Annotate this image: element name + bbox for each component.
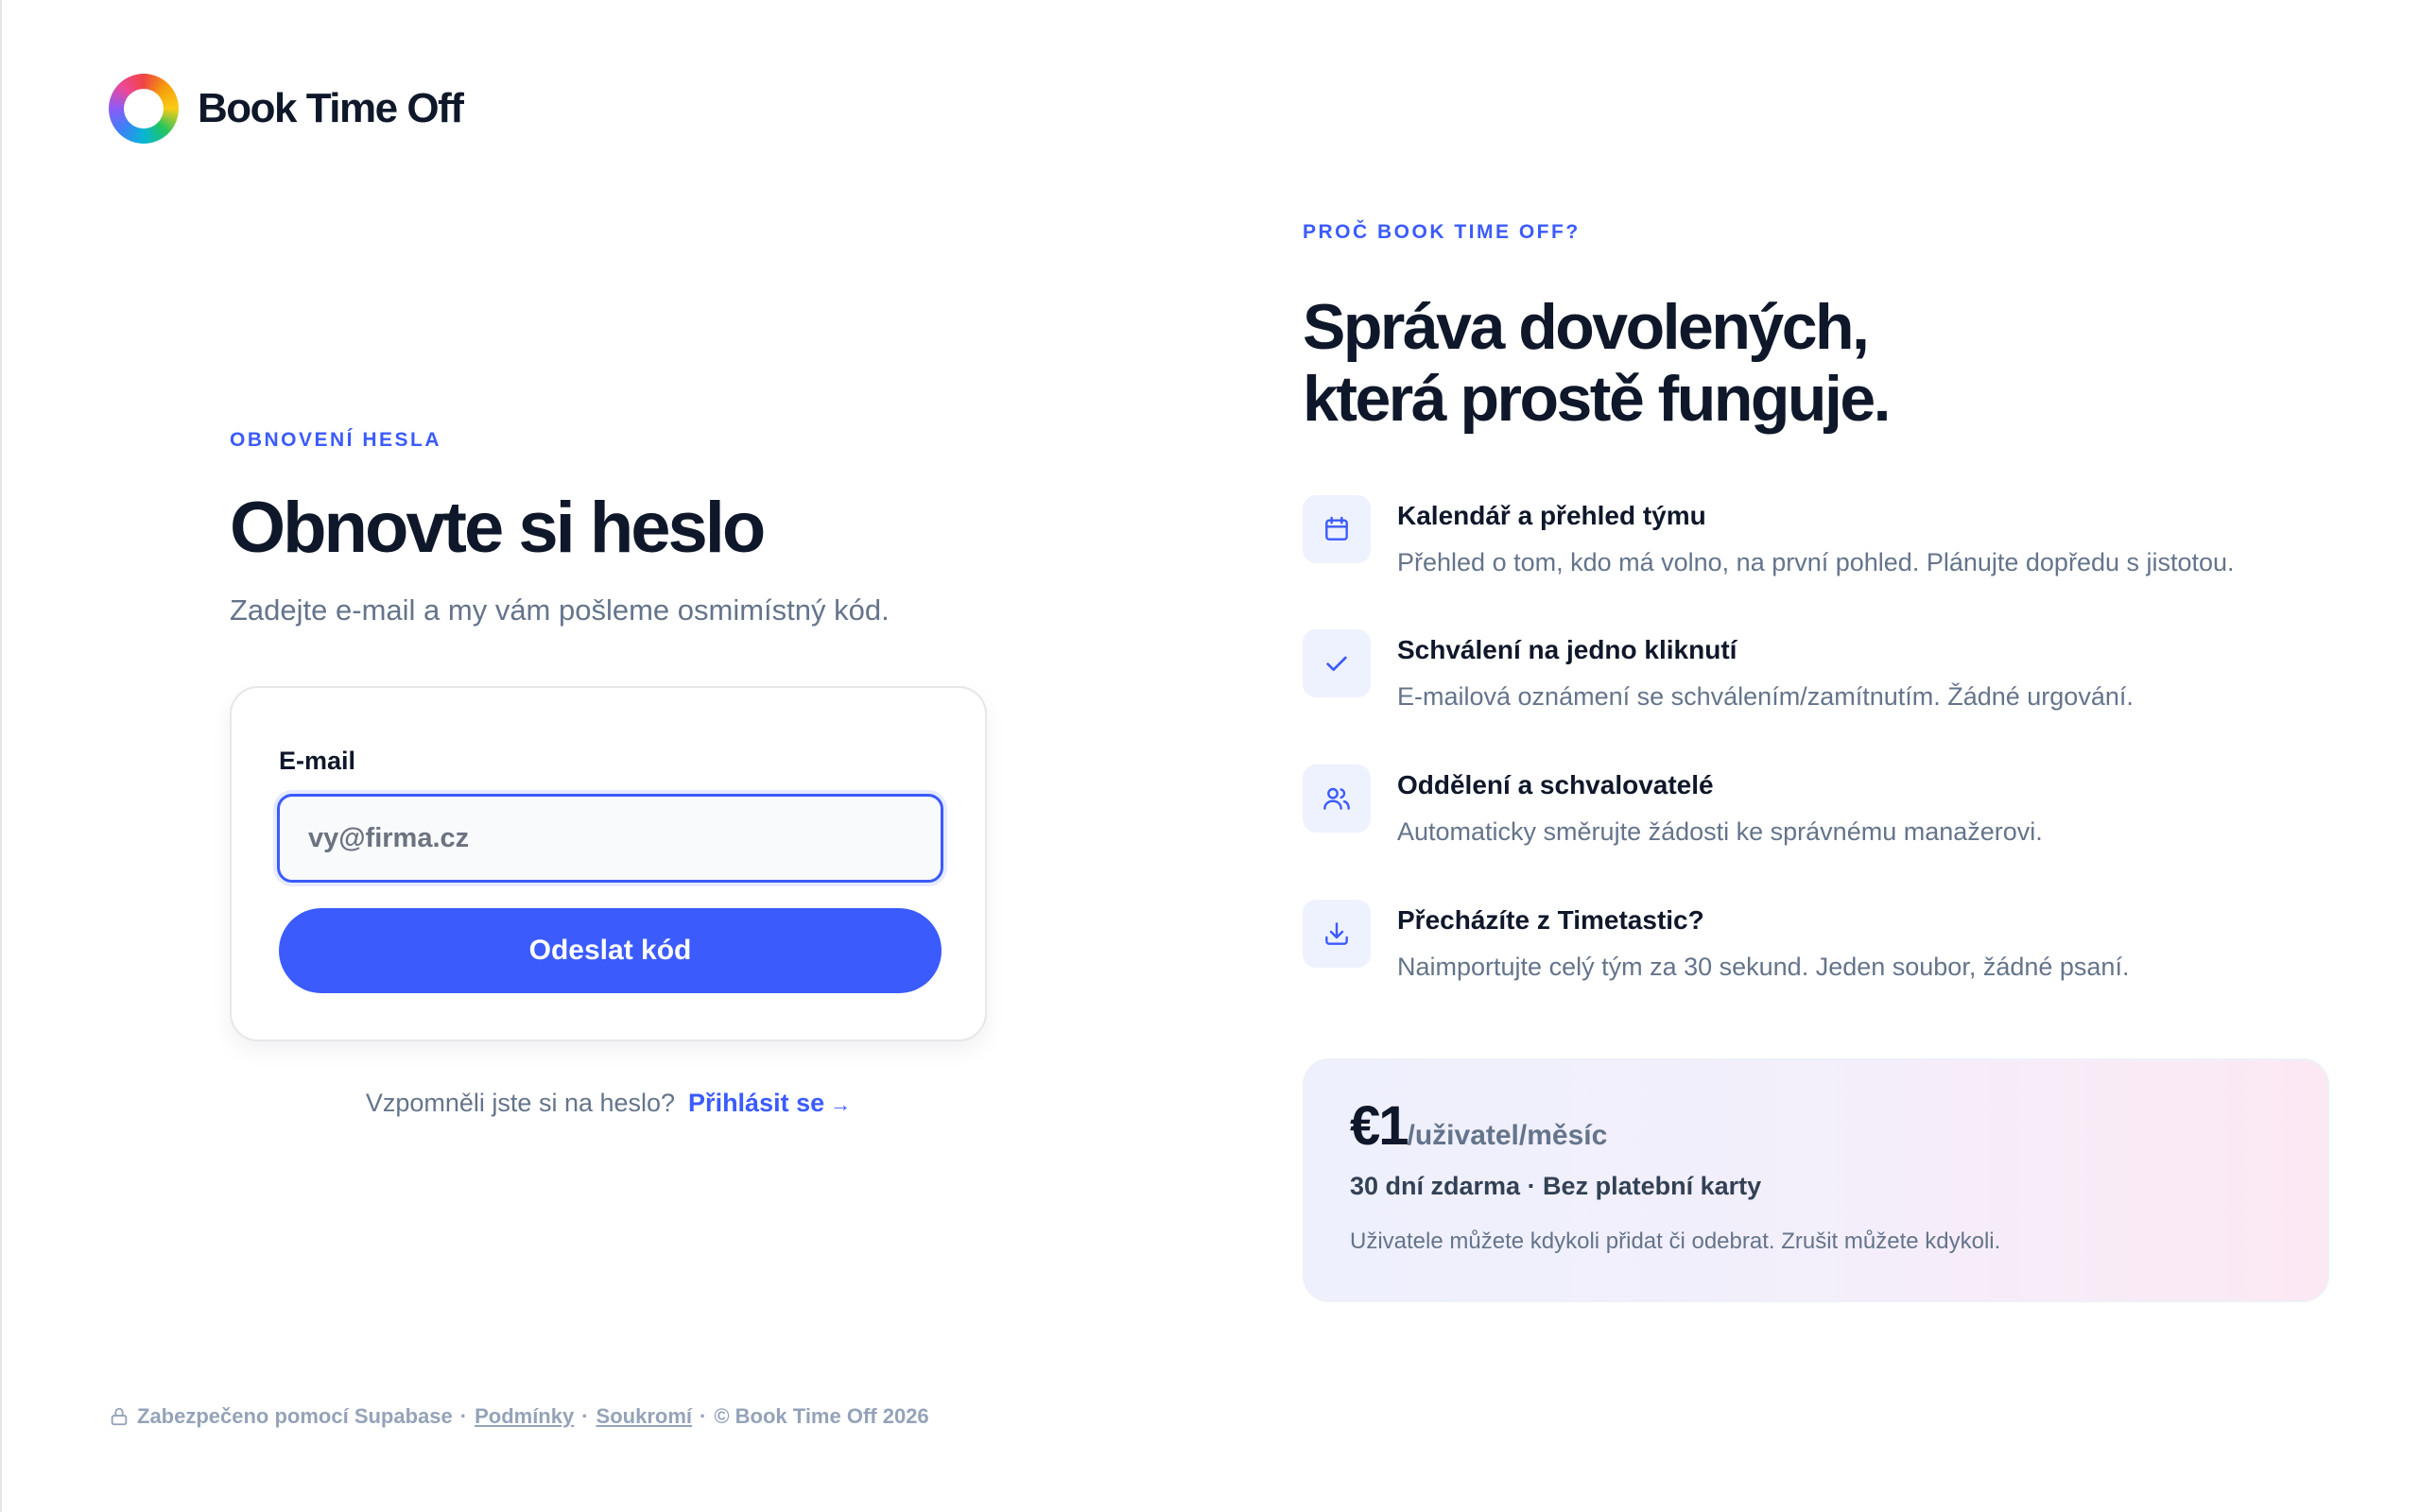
feature-item: Kalendář a přehled týmu Přehled o tom, k… xyxy=(1303,495,2329,577)
feature-title: Oddělení a schvalovatelé xyxy=(1397,770,1714,799)
feature-desc: E-mailová oznámení se schválením/zamítnu… xyxy=(1397,682,2134,711)
terms-link[interactable]: Podmínky xyxy=(475,1404,574,1429)
calendar-icon xyxy=(1303,495,1371,563)
send-code-button[interactable]: Odeslat kód xyxy=(279,908,942,993)
pricing-note: Uživatele můžete kdykoli přidat či odebr… xyxy=(1350,1228,2001,1254)
remember-text: Vzpomněli jste si na heslo? xyxy=(365,1089,676,1117)
footer-copyright: © Book Time Off 2026 xyxy=(714,1404,929,1428)
feature-desc: Naimportujte celý tým za 30 sekund. Jede… xyxy=(1397,953,2130,981)
feature-title: Přecházíte z Timetastic? xyxy=(1397,905,1704,935)
why-eyebrow: PROČ BOOK TIME OFF? xyxy=(1303,221,1581,243)
privacy-link[interactable]: Soukromí xyxy=(596,1404,692,1429)
lock-icon xyxy=(111,1407,128,1426)
price-line: €1/uživatel/měsíc xyxy=(1350,1094,1607,1158)
login-link-label: Přihlásit se xyxy=(688,1089,825,1117)
why-headline-line2: která prostě funguje. xyxy=(1303,363,1892,435)
login-link[interactable]: Přihlásit se → xyxy=(688,1089,851,1117)
price-amount: €1 xyxy=(1350,1095,1409,1157)
feature-desc: Přehled o tom, kdo má volno, na první po… xyxy=(1397,548,2235,576)
brand-logo[interactable]: Book Time Off xyxy=(109,74,464,144)
users-icon xyxy=(1303,765,1371,833)
footer-secured: Zabezpečeno pomocí Supabase xyxy=(137,1404,453,1428)
login-prompt: Vzpomněli jste si na heslo? Přihlásit se → xyxy=(230,1089,987,1118)
feature-item: Přecházíte z Timetastic? Naimportujte ce… xyxy=(1303,900,2329,982)
feature-title: Schválení na jedno kliknutí xyxy=(1397,635,1737,664)
feature-desc: Automaticky směrujte žádosti ke správném… xyxy=(1397,817,2043,846)
footer-separator: · xyxy=(581,1404,589,1428)
feature-item: Schválení na jedno kliknutí E-mailová oz… xyxy=(1303,629,2329,712)
page-subtitle: Zadejte e-mail a my vám pošleme osmimíst… xyxy=(230,593,890,627)
page: Book Time Off OBNOVENÍ HESLA Obnovte si … xyxy=(0,0,2420,1512)
check-icon xyxy=(1303,629,1371,697)
reset-form-card: E-mail Odeslat kód xyxy=(230,686,987,1041)
email-field[interactable] xyxy=(277,794,943,883)
feature-item: Oddělení a schvalovatelé Automaticky smě… xyxy=(1303,765,2329,847)
arrow-right-icon: → xyxy=(830,1092,852,1116)
trial-text: 30 dní zdarma · Bez platební karty xyxy=(1350,1172,1762,1200)
pricing-card: €1/uživatel/měsíc 30 dní zdarma · Bez pl… xyxy=(1303,1058,2329,1302)
logo-ring-icon xyxy=(109,74,179,144)
footer: Zabezpečeno pomocí Supabase · Podmínky ·… xyxy=(109,1404,929,1429)
footer-separator: · xyxy=(459,1404,468,1428)
why-headline: Správa dovolených, která prostě funguje. xyxy=(1303,291,2248,435)
price-unit: /uživatel/měsíc xyxy=(1407,1120,1608,1151)
email-label: E-mail xyxy=(279,747,356,775)
feature-title: Kalendář a přehled týmu xyxy=(1397,501,1706,530)
why-headline-line1: Správa dovolených, xyxy=(1303,291,1870,363)
brand-name: Book Time Off xyxy=(198,85,464,131)
page-title: Obnovte si heslo xyxy=(230,488,766,568)
reset-eyebrow: OBNOVENÍ HESLA xyxy=(230,429,442,451)
download-icon xyxy=(1303,900,1371,968)
footer-separator: · xyxy=(700,1404,707,1428)
